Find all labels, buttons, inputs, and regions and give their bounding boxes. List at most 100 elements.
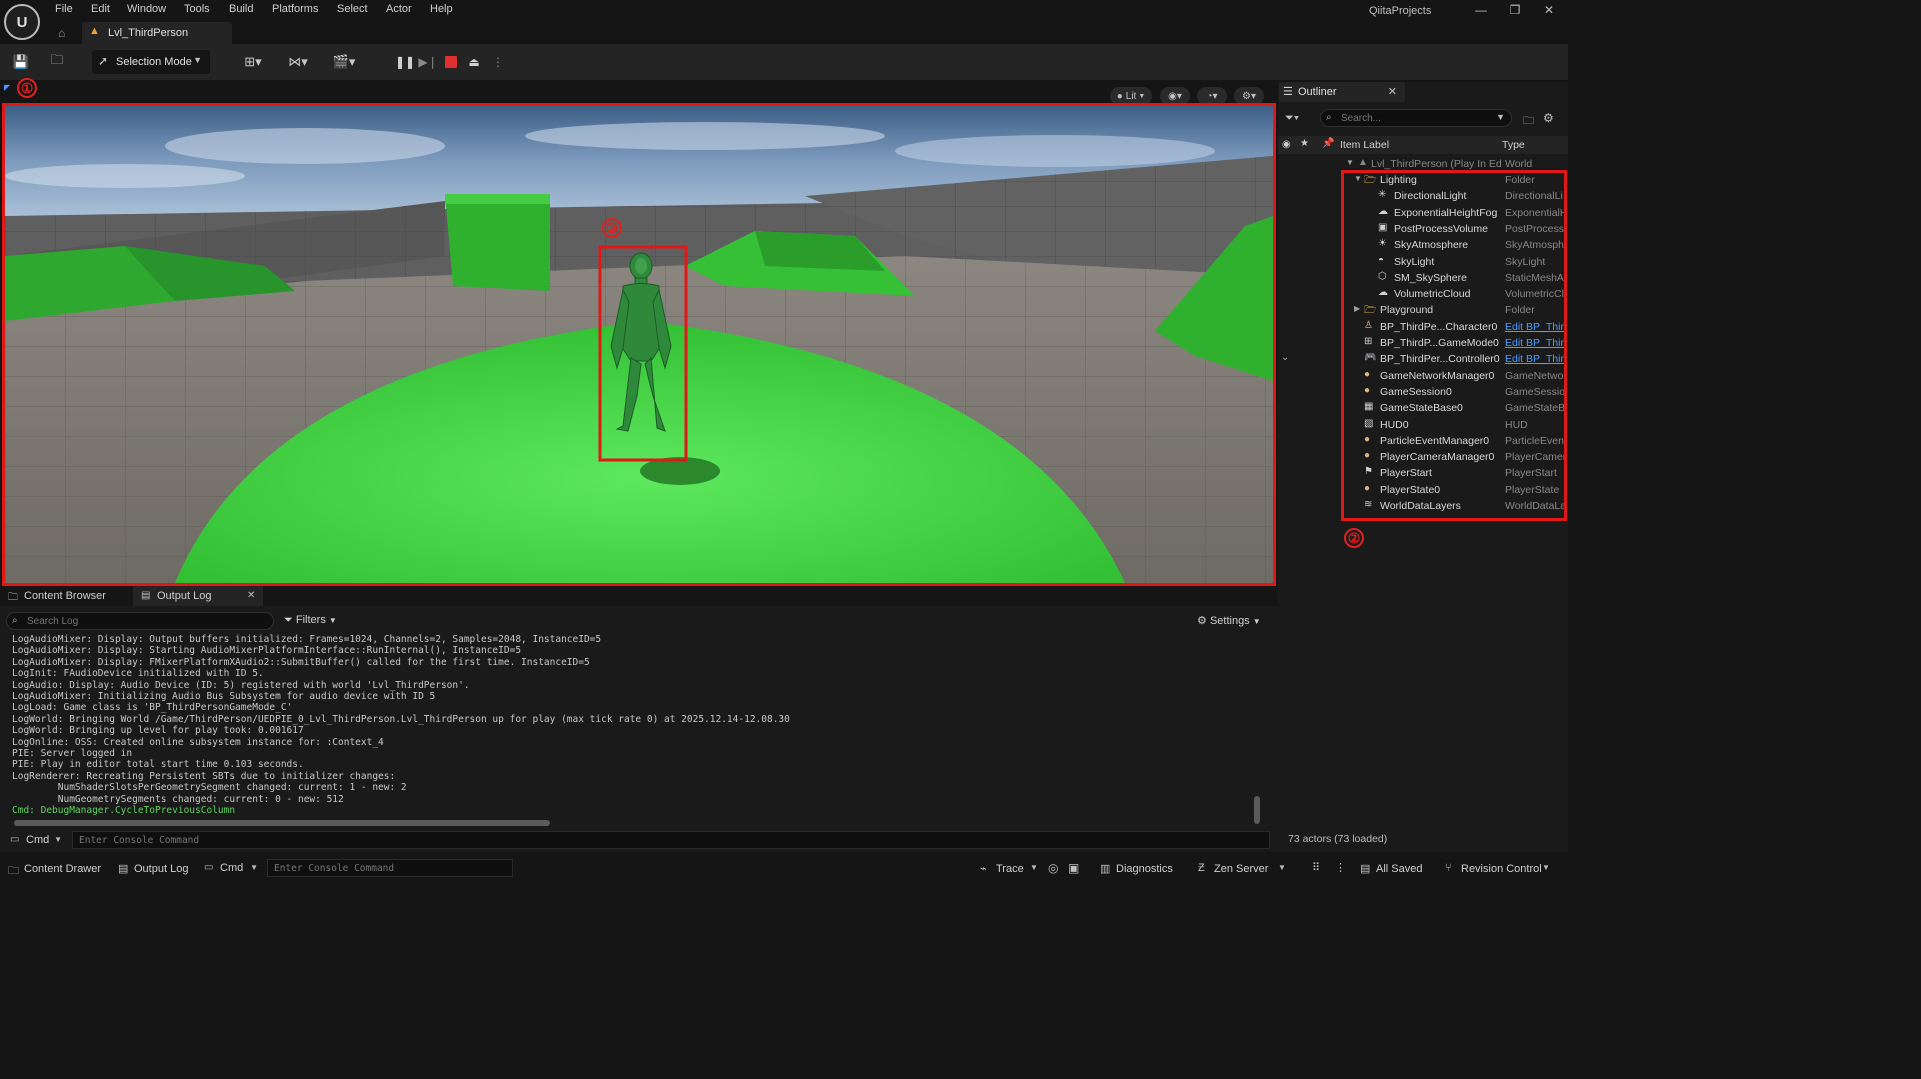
- tab-content-browser[interactable]: 🗀 Content Browser: [0, 586, 132, 606]
- sources-icon[interactable]: ⠿: [1312, 861, 1320, 874]
- console-command-input[interactable]: [79, 833, 1156, 847]
- menu-window[interactable]: Window: [127, 3, 166, 17]
- chevron-down-icon[interactable]: ▼: [1278, 863, 1286, 872]
- outliner-tab[interactable]: ☰ Outliner ✕: [1279, 82, 1405, 102]
- more-options-icon[interactable]: ⋮: [488, 52, 508, 72]
- chevron-down-icon: ▼: [250, 863, 258, 872]
- search-icon: ⌕: [12, 615, 18, 626]
- outliner-search-input[interactable]: [1341, 111, 1491, 125]
- selection-mode-label: Selection Mode: [116, 56, 192, 68]
- content-drawer-button[interactable]: 🗀 Content Drawer: [8, 860, 108, 878]
- horizontal-scrollbar[interactable]: [14, 820, 550, 826]
- eye-icon: ◉▾: [1168, 90, 1182, 102]
- diagnostics-button[interactable]: ▥ Diagnostics: [1100, 860, 1178, 878]
- zen-server-label: Zen Server: [1214, 863, 1269, 875]
- content-drawer-label: Content Drawer: [24, 863, 102, 875]
- content-browser-icon: 🗀: [8, 592, 18, 603]
- log-line: NumGeometrySegments changed: current: 0 …: [12, 793, 344, 805]
- add-actor-icon[interactable]: ⊞▾: [238, 52, 268, 72]
- cinematics-icon[interactable]: 🎬▾: [329, 52, 359, 72]
- cursor-icon: ➚: [98, 54, 109, 68]
- log-search[interactable]: ⌕: [6, 612, 274, 630]
- console-command-field[interactable]: [72, 831, 1270, 849]
- menu-build[interactable]: Build: [229, 3, 253, 17]
- status-console-input[interactable]: [274, 861, 494, 875]
- log-icon: ▤: [141, 590, 151, 601]
- record-icon[interactable]: ◎: [1048, 861, 1058, 875]
- screenshot-icon[interactable]: ▣: [1068, 861, 1079, 875]
- menu-platforms[interactable]: Platforms: [272, 3, 318, 17]
- collapse-arrow-icon[interactable]: ⌄: [1281, 352, 1289, 363]
- eye-icon[interactable]: ◉: [1282, 139, 1291, 150]
- output-log-button[interactable]: ▤ Output Log: [118, 860, 190, 878]
- minimize-icon[interactable]: —: [1472, 3, 1490, 17]
- stop-icon[interactable]: [441, 52, 461, 72]
- log-search-input[interactable]: [27, 614, 267, 628]
- pin-icon[interactable]: 📌: [1322, 138, 1334, 149]
- pause-icon[interactable]: ❚❚: [395, 52, 415, 72]
- filter-icon[interactable]: ⏷▾: [1285, 112, 1299, 125]
- log-line: LogInit: FAudioDevice initialized with I…: [12, 668, 264, 680]
- col-type[interactable]: Type: [1502, 139, 1525, 151]
- gear-icon[interactable]: ⚙: [1543, 111, 1554, 125]
- outliner-search[interactable]: ⌕ ▼: [1320, 109, 1512, 127]
- trace-label: Trace: [996, 863, 1024, 875]
- close-window-icon[interactable]: ✕: [1540, 3, 1558, 17]
- browse-icon[interactable]: 🗀: [46, 52, 68, 72]
- chevron-down-icon: ▼: [1346, 158, 1354, 167]
- unreal-logo-icon[interactable]: U: [4, 4, 40, 40]
- eject-icon[interactable]: ⏏: [464, 52, 484, 72]
- level-tab[interactable]: ▲ Lvl_ThirdPerson: [82, 22, 232, 44]
- vertical-scrollbar[interactable]: [1254, 796, 1260, 824]
- console-icon: ▭: [204, 862, 214, 873]
- restore-icon[interactable]: ❐: [1506, 3, 1524, 17]
- home-icon[interactable]: ⌂: [58, 26, 65, 40]
- chevron-down-icon: ▼: [1252, 617, 1261, 626]
- output-log-label: Output Log: [134, 863, 189, 875]
- star-icon[interactable]: ★: [1300, 138, 1309, 149]
- more-options-icon[interactable]: ⋮: [1335, 861, 1346, 874]
- outliner-header: ◉ ★ 📌 Item Label Type: [1278, 136, 1568, 154]
- status-cmd-selector[interactable]: ▭ Cmd ▼: [200, 860, 262, 878]
- tab-output-log[interactable]: ▤ Output Log ✕: [133, 586, 263, 606]
- all-saved-button[interactable]: ▤ All Saved: [1360, 860, 1430, 878]
- outliner-title: Outliner: [1298, 86, 1337, 98]
- outliner-highlight-box: [1341, 170, 1567, 521]
- console-icon: ▭: [10, 834, 20, 845]
- selection-mode-dropdown[interactable]: ➚ Selection Mode ▼: [92, 50, 210, 74]
- save-icon[interactable]: 💾: [10, 52, 32, 72]
- menu-file[interactable]: File: [55, 3, 73, 17]
- chevron-down-icon[interactable]: ▼: [1030, 863, 1038, 872]
- outliner-icon: ☰: [1283, 86, 1293, 98]
- log-icon: ▤: [118, 863, 129, 875]
- chevron-down-icon: ▼: [328, 616, 337, 625]
- level-icon: ▲: [89, 25, 100, 37]
- level-viewport[interactable]: [2, 103, 1276, 586]
- annotation-1: ①: [17, 78, 37, 98]
- menu-help[interactable]: Help: [430, 3, 453, 17]
- blueprint-icon[interactable]: ⋈▾: [283, 52, 313, 72]
- close-icon[interactable]: ✕: [1388, 85, 1397, 98]
- settings-dropdown[interactable]: ⚙ Settings ▼: [1197, 614, 1261, 627]
- chevron-down-icon: ▼: [54, 835, 62, 844]
- menu-edit[interactable]: Edit: [91, 3, 110, 17]
- cmd-label: Cmd: [26, 834, 50, 846]
- menu-tools[interactable]: Tools: [184, 3, 210, 17]
- col-item-label[interactable]: Item Label: [1340, 139, 1389, 151]
- world-type: World: [1505, 158, 1533, 170]
- add-folder-icon[interactable]: 🗀: [1523, 112, 1534, 131]
- zen-server-button[interactable]: Ƶ Zen Server: [1198, 860, 1290, 878]
- cmd-selector[interactable]: ▭ Cmd ▼: [6, 832, 66, 848]
- status-console-field[interactable]: [267, 859, 513, 877]
- tab-content-browser-label: Content Browser: [24, 590, 106, 602]
- step-icon[interactable]: ▶❘: [418, 52, 438, 72]
- log-line: LogWorld: Bringing up level for play too…: [12, 725, 304, 737]
- log-output[interactable]: LogAudioMixer: Display: Output buffers i…: [12, 634, 1252, 820]
- chevron-down-icon[interactable]: ▼: [1542, 863, 1550, 872]
- filters-dropdown[interactable]: ⏷ Filters ▼: [284, 614, 337, 627]
- menu-select[interactable]: Select: [337, 3, 368, 17]
- close-icon[interactable]: ✕: [247, 590, 255, 601]
- menu-actor[interactable]: Actor: [386, 3, 412, 17]
- lit-icon: ●: [1116, 90, 1123, 102]
- viewport-options-icon[interactable]: ◤: [4, 83, 10, 92]
